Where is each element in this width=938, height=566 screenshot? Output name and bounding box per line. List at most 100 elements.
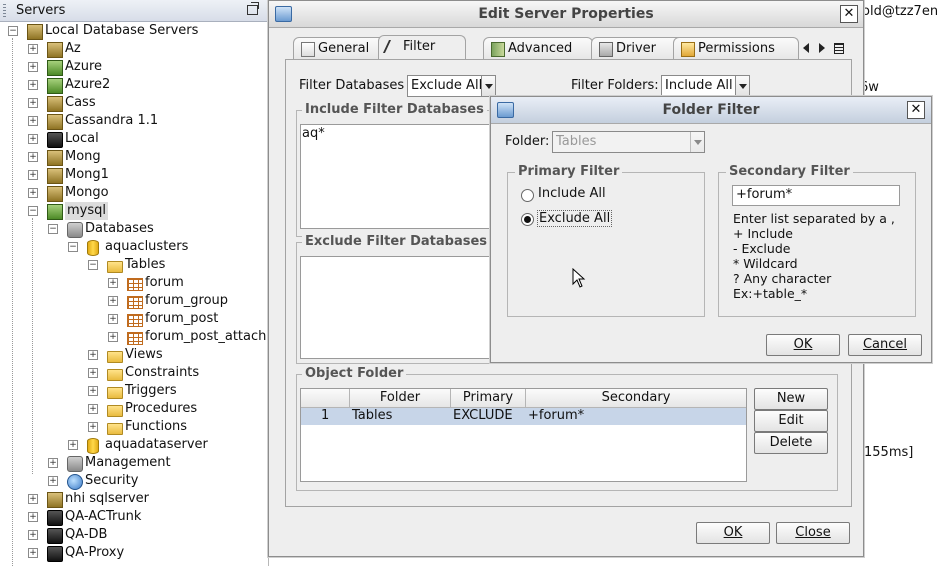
tree-node[interactable]: + Constraints <box>0 364 268 382</box>
expand-icon[interactable]: + <box>28 530 38 540</box>
expand-icon[interactable]: + <box>88 422 98 432</box>
expand-icon[interactable]: + <box>88 368 98 378</box>
tab-list-icon[interactable] <box>834 43 844 54</box>
exclude-all-label[interactable]: Exclude All <box>537 210 613 227</box>
expand-icon[interactable]: + <box>108 278 118 288</box>
ok-button[interactable]: OK <box>766 334 840 356</box>
expand-icon[interactable]: + <box>28 62 38 72</box>
expand-icon[interactable]: + <box>28 116 38 126</box>
expand-icon[interactable]: + <box>88 350 98 360</box>
tree-node[interactable]: − mysql <box>0 202 268 220</box>
tree-node[interactable]: − Local Database Servers <box>0 22 268 40</box>
table-row[interactable]: 1 Tables EXCLUDE +forum* <box>301 408 746 425</box>
expand-icon[interactable]: + <box>28 494 38 504</box>
tree-node-label: Mongo <box>65 185 109 200</box>
table-header-secondary[interactable]: Secondary <box>526 389 746 408</box>
exclude-all-radio[interactable] <box>521 213 534 226</box>
secondary-filter-input[interactable]: +forum* <box>732 185 900 206</box>
expand-icon[interactable]: + <box>28 170 38 180</box>
expand-icon[interactable]: + <box>28 44 38 54</box>
expand-icon[interactable]: + <box>48 458 58 468</box>
tree-node[interactable]: + Management <box>0 454 268 472</box>
expand-icon[interactable]: + <box>28 80 38 90</box>
tree-node[interactable]: + forum_post_attachr <box>0 328 268 346</box>
expand-icon[interactable]: + <box>28 152 38 162</box>
expand-icon[interactable]: + <box>28 548 38 558</box>
include-all-radio[interactable] <box>521 189 534 202</box>
folder-filter-titlebar[interactable]: Folder Filter ✕ <box>491 97 931 124</box>
tree-node[interactable]: + QA-ACTrunk <box>0 508 268 526</box>
object-folder-table[interactable]: Folder Primary Secondary 1 Tables EXCLUD… <box>300 388 747 482</box>
include-all-label[interactable]: Include All <box>538 186 606 201</box>
expand-icon[interactable]: + <box>108 332 118 342</box>
tree-node[interactable]: + Triggers <box>0 382 268 400</box>
filter-databases-select[interactable]: Exclude All <box>407 75 496 97</box>
tab-permissions[interactable]: Permissions <box>673 37 799 60</box>
drag-grip-icon[interactable] <box>3 4 6 17</box>
ok-button[interactable]: OK <box>696 522 770 544</box>
tree-node[interactable]: + Azure <box>0 58 268 76</box>
tree-node[interactable]: + nhi sqlserver <box>0 490 268 508</box>
tree-node[interactable]: + Procedures <box>0 400 268 418</box>
delete-button[interactable]: Delete <box>754 432 828 454</box>
tree-node[interactable]: + Mong <box>0 148 268 166</box>
expand-icon[interactable]: + <box>68 440 78 450</box>
tree-node[interactable]: + aquadataserver <box>0 436 268 454</box>
tree-node[interactable]: + Cassandra 1.1 <box>0 112 268 130</box>
servers-panel-title: Servers <box>16 3 66 18</box>
close-button[interactable]: Close <box>776 522 850 544</box>
restore-icon[interactable] <box>247 2 259 15</box>
edit-server-titlebar[interactable]: Edit Server Properties ✕ <box>269 1 863 28</box>
expand-icon[interactable]: + <box>108 314 118 324</box>
expand-icon[interactable]: + <box>28 134 38 144</box>
expand-icon[interactable]: + <box>88 386 98 396</box>
expand-icon[interactable]: + <box>108 296 118 306</box>
tree-node[interactable]: + Cass <box>0 94 268 112</box>
close-icon[interactable]: ✕ <box>840 5 858 23</box>
tab-scroll-right-icon[interactable] <box>819 43 825 53</box>
expand-icon[interactable]: + <box>28 188 38 198</box>
tree-node[interactable]: + forum_post <box>0 310 268 328</box>
collapse-icon[interactable]: − <box>28 206 38 216</box>
cancel-button[interactable]: Cancel <box>848 334 922 356</box>
table-header-num <box>301 389 350 408</box>
collapse-icon[interactable]: − <box>48 224 58 234</box>
chevron-down-icon[interactable] <box>735 76 749 96</box>
tree-node[interactable]: + forum_group <box>0 292 268 310</box>
close-icon[interactable]: ✕ <box>907 101 925 119</box>
collapse-icon[interactable]: − <box>88 260 98 270</box>
table-header-primary[interactable]: Primary <box>451 389 526 408</box>
tree-node[interactable]: + Mongo <box>0 184 268 202</box>
tree-node[interactable]: + Security <box>0 472 268 490</box>
tab-scroll-left-icon[interactable] <box>803 43 809 53</box>
tree-node[interactable]: + Azure2 <box>0 76 268 94</box>
expand-icon[interactable]: + <box>88 404 98 414</box>
tree-node[interactable]: + forum <box>0 274 268 292</box>
server-icon <box>47 150 63 166</box>
tree-node[interactable]: + Views <box>0 346 268 364</box>
tree-node[interactable]: − aquaclusters <box>0 238 268 256</box>
collapse-icon[interactable]: − <box>8 26 18 36</box>
expand-icon[interactable]: + <box>48 476 58 486</box>
tree-node[interactable]: − Tables <box>0 256 268 274</box>
collapse-icon[interactable]: − <box>68 242 78 252</box>
table-header-folder[interactable]: Folder <box>350 389 451 408</box>
folder-icon <box>107 351 123 363</box>
new-button[interactable]: New <box>754 388 828 410</box>
tree-node[interactable]: + QA-Proxy <box>0 544 268 562</box>
tree-node[interactable]: − Databases <box>0 220 268 238</box>
filter-folders-select[interactable]: Include All <box>661 75 750 97</box>
tree-node[interactable]: + QA-DB <box>0 526 268 544</box>
tab-advanced[interactable]: Advanced <box>483 37 593 60</box>
tree-node[interactable]: + Local <box>0 130 268 148</box>
expand-icon[interactable]: + <box>28 512 38 522</box>
edit-button[interactable]: Edit <box>754 410 828 432</box>
expand-icon[interactable]: + <box>28 98 38 108</box>
lock-icon <box>47 528 63 544</box>
tab-filter[interactable]: Filter <box>378 35 466 60</box>
row-secondary: +forum* <box>528 408 585 423</box>
tree-node[interactable]: + Mong1 <box>0 166 268 184</box>
tree-node[interactable]: + Az <box>0 40 268 58</box>
chevron-down-icon[interactable] <box>481 76 495 96</box>
tree-node[interactable]: + Functions <box>0 418 268 436</box>
